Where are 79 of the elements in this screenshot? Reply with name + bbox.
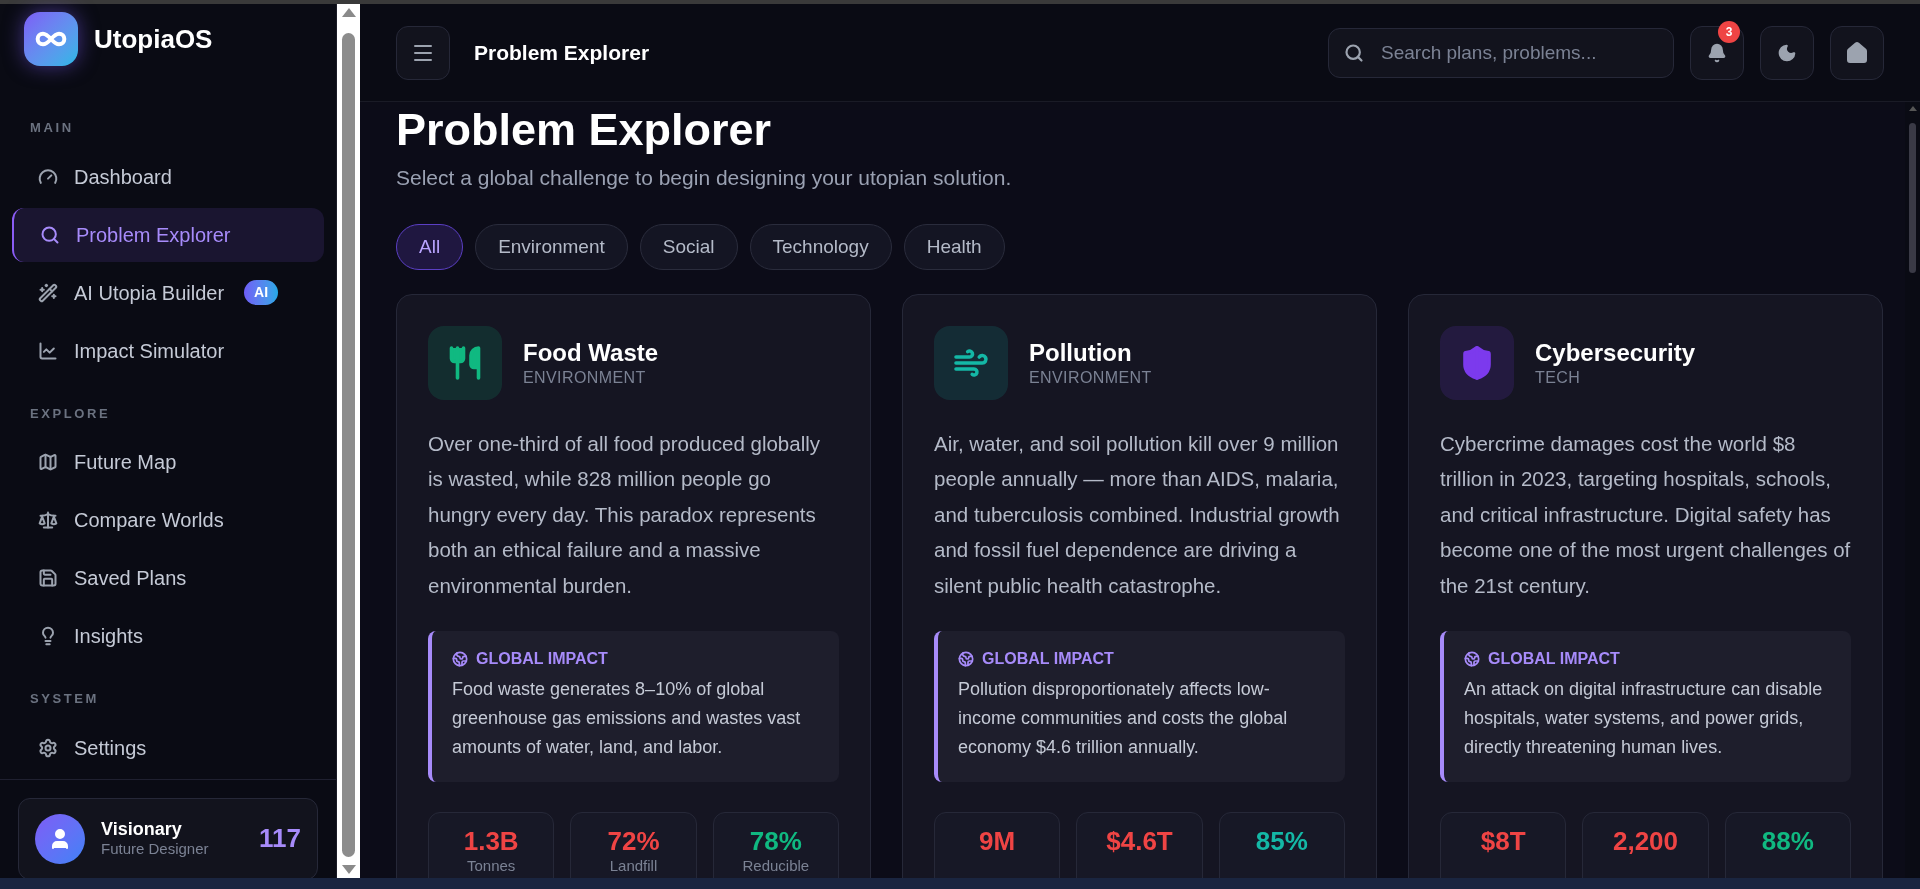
- home-button[interactable]: [1830, 25, 1884, 80]
- filter-chip[interactable]: Social: [639, 223, 738, 270]
- impact-text: An attack on digital infrastructure can disable hospitals, water systems, and power grids, directly threatening human lives.: [1464, 678, 1824, 760]
- stat-label: Landfill: [609, 858, 658, 874]
- card-description: Cybercrime damages cost the world $8 trillion in 2023, targeting hospitals, schools, and critical infrastructure. Digital safety has become one of the most urgent challenges of the 21st century.: [1440, 430, 1851, 599]
- card-description: Air, water, and soil pollution kill over 9 million people annually — more than AIDS, malaria, and tuberculosis combined. Industrial growth and fossil fuel dependence are driving a silent public health catastrophe.: [934, 430, 1341, 599]
- theme-button[interactable]: [1760, 25, 1814, 80]
- page-title: Problem Explorer: [396, 103, 773, 157]
- card-category: ENVIRONMENT: [523, 367, 647, 388]
- impact-text: Pollution disproportionately affects low-income communities and costs the global economy $4.6 trillion annually.: [958, 678, 1289, 760]
- nav-item[interactable]: Insights: [12, 609, 324, 663]
- stat-value: $8T: [1480, 828, 1526, 855]
- problem-card[interactable]: [396, 293, 871, 878]
- ai-badge: AI: [244, 280, 279, 305]
- nav-item[interactable]: Settings: [12, 720, 324, 775]
- card-title: Food Waste: [523, 337, 659, 368]
- search-field[interactable]: Search plans, problems...: [1328, 27, 1674, 78]
- card-category: TECH: [1535, 367, 1582, 388]
- moon-icon: [1777, 42, 1797, 63]
- stat-value: 1.3B: [463, 828, 519, 855]
- globe-icon: [452, 651, 468, 668]
- search-icon: [1344, 42, 1364, 63]
- nav-icon: [38, 282, 58, 303]
- nav-icon: [38, 568, 58, 588]
- impact-label: GLOBAL IMPACT: [1488, 649, 1620, 670]
- notification-badge: 3: [1718, 20, 1740, 43]
- nav-icon: [38, 737, 58, 758]
- stat-label: Reducible: [742, 858, 810, 874]
- stat-value: 9M: [979, 828, 1016, 855]
- nav-item[interactable]: Impact Simulator: [12, 323, 324, 378]
- filter-chip[interactable]: Health: [903, 223, 1005, 270]
- impact-label: GLOBAL IMPACT: [476, 649, 608, 670]
- section-label: SYSTEM: [29, 690, 101, 708]
- nav-item[interactable]: Saved Plans: [12, 551, 324, 605]
- impact-label: GLOBAL IMPACT: [982, 649, 1114, 670]
- card-title: Pollution: [1029, 337, 1133, 368]
- bell-icon: [1707, 42, 1727, 63]
- card-description: Over one-third of all food produced globally is wasted, while 828 million people go hungry every day. This paradox represents both an ethical failure and a massive environmental burden.: [428, 430, 821, 599]
- nav-icon: [38, 510, 58, 530]
- stat-value: 2,200: [1612, 828, 1679, 855]
- stat-value: 85%: [1255, 828, 1308, 855]
- filter-chip[interactable]: Technology: [749, 223, 892, 270]
- page-subtitle: Select a global challenge to begin designing your utopian solution.: [396, 165, 1013, 192]
- header-title: Problem Explorer: [474, 39, 650, 66]
- section-label: MAIN: [29, 119, 75, 137]
- filter-chip[interactable]: Environment: [475, 223, 628, 270]
- brand-name: UtopiaOS: [94, 22, 213, 56]
- nav-item[interactable]: AI Utopia Builder AI: [12, 265, 324, 320]
- user-name: Visionary: [101, 817, 183, 841]
- user-score: 117: [259, 822, 301, 855]
- nav-item[interactable]: Dashboard: [12, 149, 324, 204]
- stat-value: $4.6T: [1106, 828, 1173, 855]
- nav-item[interactable]: Problem Explorer: [12, 207, 324, 262]
- user-role: Future Designer: [101, 840, 210, 860]
- stat-value: 78%: [749, 828, 802, 855]
- nav-icon: [38, 452, 58, 472]
- user-card[interactable]: Visionary Future Designer 117: [18, 797, 318, 880]
- logo-icon: [24, 12, 78, 66]
- globe-icon: [958, 651, 974, 668]
- globe-icon: [1464, 651, 1480, 668]
- filter-chip[interactable]: All: [396, 223, 464, 270]
- nav-icon: [38, 340, 58, 361]
- stat-label: Tonnes: [466, 858, 516, 874]
- nav-icon: [40, 224, 60, 245]
- avatar: [35, 813, 85, 864]
- card-category: ENVIRONMENT: [1029, 367, 1152, 388]
- scrollbar[interactable]: [337, 4, 360, 878]
- nav-item[interactable]: Compare Worlds: [12, 493, 324, 547]
- problem-card[interactable]: [1408, 293, 1883, 878]
- card-title: Cybersecurity: [1535, 337, 1696, 368]
- stat-value: 88%: [1761, 828, 1814, 855]
- home-icon: [1845, 40, 1869, 65]
- nav-item[interactable]: Future Map: [12, 435, 324, 489]
- stat-value: 72%: [607, 828, 660, 855]
- problem-card[interactable]: [902, 293, 1377, 878]
- section-label: EXPLORE: [29, 404, 112, 423]
- nav-icon: [38, 166, 58, 187]
- menu-button[interactable]: [396, 25, 450, 80]
- impact-text: Food waste generates 8–10% of global greenhouse gas emissions and wastes vast amounts of water, land, and labor.: [452, 678, 802, 760]
